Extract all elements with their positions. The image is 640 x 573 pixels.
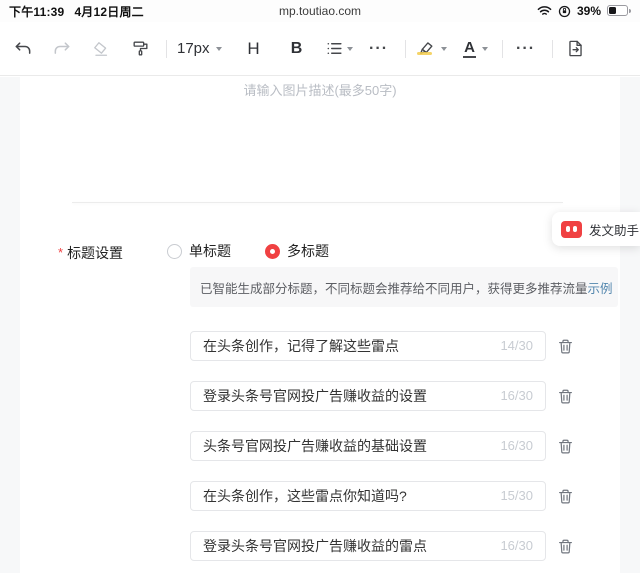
title-input-wrap: 14/30 <box>190 331 546 361</box>
image-caption-input[interactable]: 请输入图片描述(最多50字) <box>0 80 640 99</box>
editor-toolbar: 17px H B ··· A ··· <box>0 22 640 76</box>
heading-label: H <box>247 38 260 58</box>
font-size-value: 17px <box>177 40 210 57</box>
more-formats-button[interactable]: ··· <box>366 34 392 64</box>
bullet-list-icon <box>327 42 342 55</box>
example-link[interactable]: 示例 <box>588 278 613 297</box>
ellipsis-icon: ··· <box>369 39 389 57</box>
font-size-dropdown[interactable]: 17px <box>177 34 222 64</box>
toutiao-assistant-icon <box>561 220 582 238</box>
section-divider <box>72 202 563 203</box>
wifi-icon <box>537 5 552 17</box>
text-color-dropdown[interactable]: A <box>463 34 489 64</box>
delete-title-button[interactable] <box>557 338 574 355</box>
title-row: 16/30 <box>190 381 590 411</box>
page-gutter-left <box>0 77 20 573</box>
title-input-wrap: 16/30 <box>190 531 546 561</box>
battery-fill <box>609 7 616 14</box>
assistant-label: 发文助手 <box>589 223 640 238</box>
smart-title-banner: 已智能生成部分标题，不同标题会推荐给不同用户，获得更多推荐流量 示例 <box>190 267 618 307</box>
chevron-down-icon <box>481 46 488 51</box>
status-right: 39% <box>537 4 631 18</box>
title-row: 15/30 <box>190 481 590 511</box>
title-input-wrap: 16/30 <box>190 431 546 461</box>
clear-format-eraser-icon[interactable] <box>88 34 114 64</box>
undo-button[interactable] <box>10 34 36 64</box>
highlighter-icon <box>416 39 435 58</box>
page: 下午11:39 4月12日周二 mp.toutiao.com 39% 17px … <box>0 0 640 573</box>
publish-assistant-button[interactable]: 发文助手 <box>552 212 640 246</box>
title-input-wrap: 15/30 <box>190 481 546 511</box>
toolbar-divider <box>501 39 503 58</box>
title-row: 16/30 <box>190 531 590 561</box>
title-input-4[interactable] <box>191 482 545 510</box>
delete-title-button[interactable] <box>557 438 574 455</box>
ellipsis-icon: ··· <box>516 39 536 57</box>
heading-button[interactable]: H <box>241 34 267 64</box>
toolbar-divider <box>166 39 167 58</box>
more-tools-button[interactable]: ··· <box>513 34 539 64</box>
chevron-down-icon <box>215 46 222 51</box>
text-color-label: A <box>463 38 476 58</box>
title-input-wrap: 16/30 <box>190 381 546 411</box>
title-row: 14/30 <box>190 331 590 361</box>
title-input-1[interactable] <box>191 332 545 360</box>
document-import-icon <box>569 40 582 57</box>
delete-title-button[interactable] <box>557 488 574 505</box>
status-date: 4月12日周二 <box>74 4 144 19</box>
status-time: 下午11:39 <box>9 4 65 19</box>
required-asterisk: * <box>58 245 64 260</box>
status-bar: 下午11:39 4月12日周二 mp.toutiao.com 39% <box>0 0 640 22</box>
battery-icon <box>607 5 631 17</box>
title-input-5[interactable] <box>191 532 545 560</box>
title-settings-label: * 标题设置 <box>58 245 124 261</box>
toolbar-divider <box>551 39 553 58</box>
title-input-2[interactable] <box>191 382 545 410</box>
redo-button[interactable] <box>49 34 75 64</box>
format-painter-icon[interactable] <box>127 34 153 64</box>
toolbar-divider <box>404 39 406 58</box>
status-left: 下午11:39 4月12日周二 <box>9 3 144 20</box>
delete-title-button[interactable] <box>557 388 574 405</box>
title-input-3[interactable] <box>191 432 545 460</box>
battery-nub <box>628 8 631 13</box>
battery-percent: 39% <box>576 4 601 18</box>
list-dropdown[interactable] <box>325 34 353 64</box>
bold-button[interactable]: B <box>284 34 310 64</box>
highlight-dropdown[interactable] <box>416 34 447 64</box>
delete-title-button[interactable] <box>557 538 574 555</box>
title-row: 16/30 <box>190 431 590 461</box>
banner-text: 已智能生成部分标题，不同标题会推荐给不同用户，获得更多推荐流量 <box>200 281 588 296</box>
radio-single-title[interactable]: 单标题 <box>167 241 231 261</box>
title-mode-radio-group: 单标题 多标题 <box>167 241 363 261</box>
radio-multi-title[interactable]: 多标题 <box>265 241 329 261</box>
bold-label: B <box>290 39 303 57</box>
chevron-down-icon <box>346 46 353 51</box>
radio-icon <box>167 243 182 259</box>
page-gutter-right <box>620 77 640 573</box>
radio-icon <box>265 243 280 259</box>
orientation-lock-icon <box>558 5 571 18</box>
chevron-down-icon <box>440 46 447 51</box>
insert-document-button[interactable] <box>563 34 589 64</box>
